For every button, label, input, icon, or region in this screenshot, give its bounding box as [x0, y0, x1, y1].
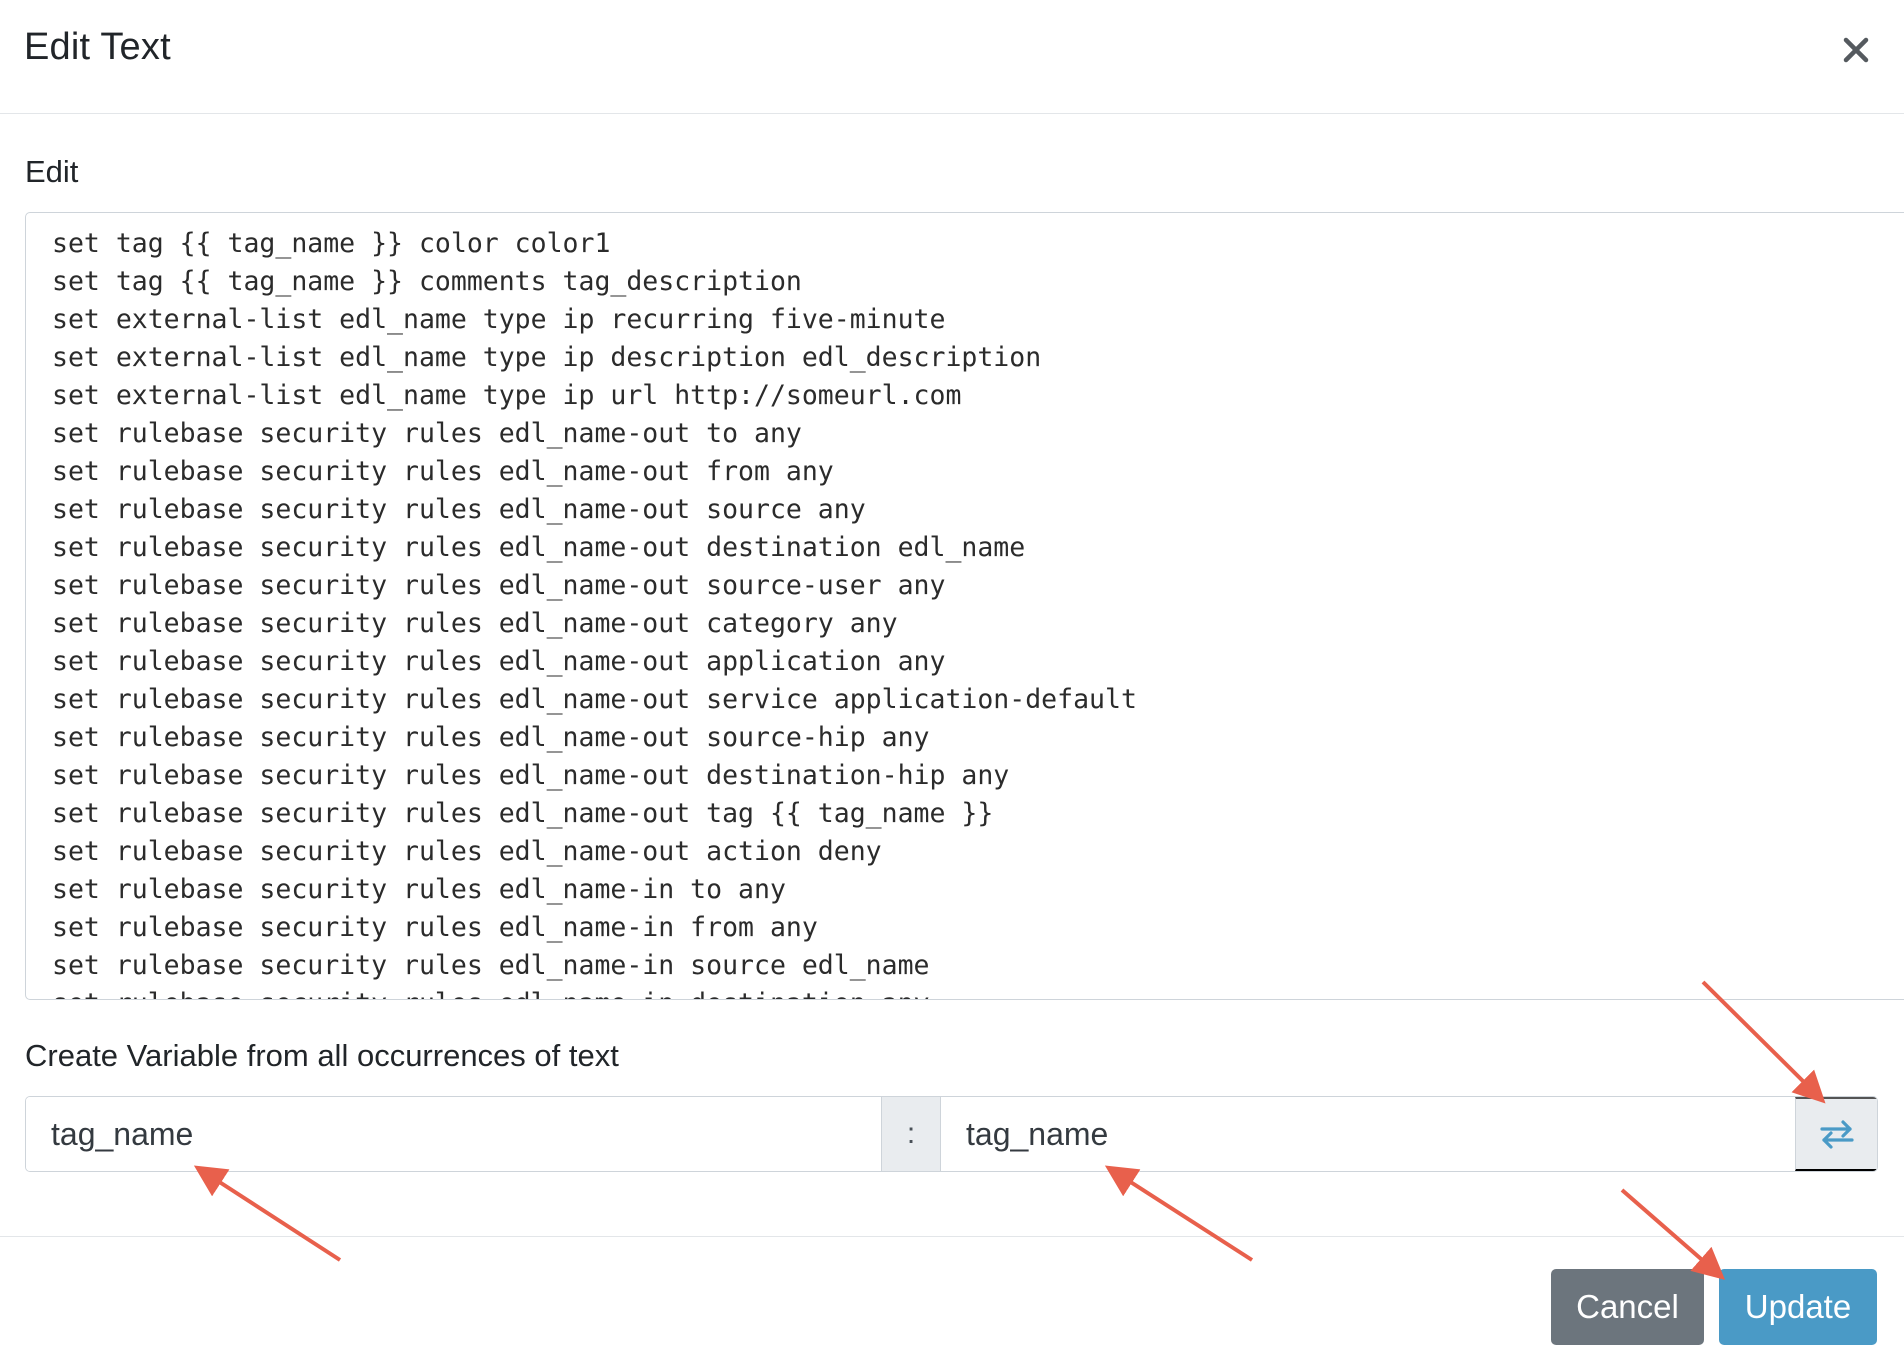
- cancel-button[interactable]: Cancel: [1551, 1269, 1704, 1345]
- variable-input-group: :: [25, 1096, 1878, 1172]
- edit-textarea[interactable]: set tag {{ tag_name }} color color1 set t…: [25, 212, 1904, 1000]
- variable-name-input[interactable]: [941, 1097, 1795, 1171]
- code-line: set rulebase security rules edl_name-out…: [52, 836, 882, 867]
- code-line: set rulebase security rules edl_name-in …: [52, 950, 930, 981]
- code-line: set rulebase security rules edl_name-out…: [52, 570, 946, 601]
- code-line: set rulebase security rules edl_name-in …: [52, 874, 786, 905]
- code-line: set rulebase security rules edl_name-out…: [52, 608, 898, 639]
- code-line: set external-list edl_name type ip url h…: [52, 380, 962, 411]
- swap-button[interactable]: [1795, 1097, 1877, 1171]
- separator-addon: :: [881, 1097, 941, 1171]
- code-line: set rulebase security rules edl_name-out…: [52, 646, 946, 677]
- modal-header: Edit Text: [0, 0, 1904, 114]
- code-line: set rulebase security rules edl_name-out…: [52, 760, 1010, 791]
- code-line: set external-list edl_name type ip recur…: [52, 304, 946, 335]
- code-line: set rulebase security rules edl_name-out…: [52, 456, 834, 487]
- update-button[interactable]: Update: [1719, 1269, 1877, 1345]
- code-line: set rulebase security rules edl_name-out…: [52, 722, 930, 753]
- find-text-input[interactable]: [26, 1097, 881, 1171]
- code-lines: set tag {{ tag_name }} color color1 set t…: [52, 225, 1137, 999]
- close-icon: [1843, 37, 1869, 63]
- edit-label: Edit: [25, 154, 79, 189]
- create-variable-label: Create Variable from all occurrences of …: [25, 1038, 619, 1073]
- code-line: set rulebase security rules edl_name-out…: [52, 798, 994, 829]
- code-line: set external-list edl_name type ip descr…: [52, 342, 1042, 373]
- code-line: set rulebase security rules edl_name-out…: [52, 532, 1026, 563]
- code-line: set rulebase security rules edl_name-out…: [52, 418, 802, 449]
- code-line: set rulebase security rules edl_name-out…: [52, 684, 1137, 715]
- code-line: set rulebase security rules edl_name-in …: [52, 985, 1137, 999]
- code-line: set tag {{ tag_name }} comments tag_desc…: [52, 266, 802, 297]
- code-line: set tag {{ tag_name }} color color1: [52, 228, 611, 259]
- modal-title: Edit Text: [24, 26, 171, 68]
- code-line: set rulebase security rules edl_name-in …: [52, 912, 818, 943]
- swap-arrows-icon: [1819, 1120, 1854, 1149]
- edit-text-modal: Edit Text Edit set tag {{ tag_name }} co…: [0, 0, 1904, 1368]
- modal-footer: Cancel Update: [0, 1236, 1904, 1368]
- code-line: set rulebase security rules edl_name-out…: [52, 494, 866, 525]
- close-button[interactable]: [1836, 30, 1876, 70]
